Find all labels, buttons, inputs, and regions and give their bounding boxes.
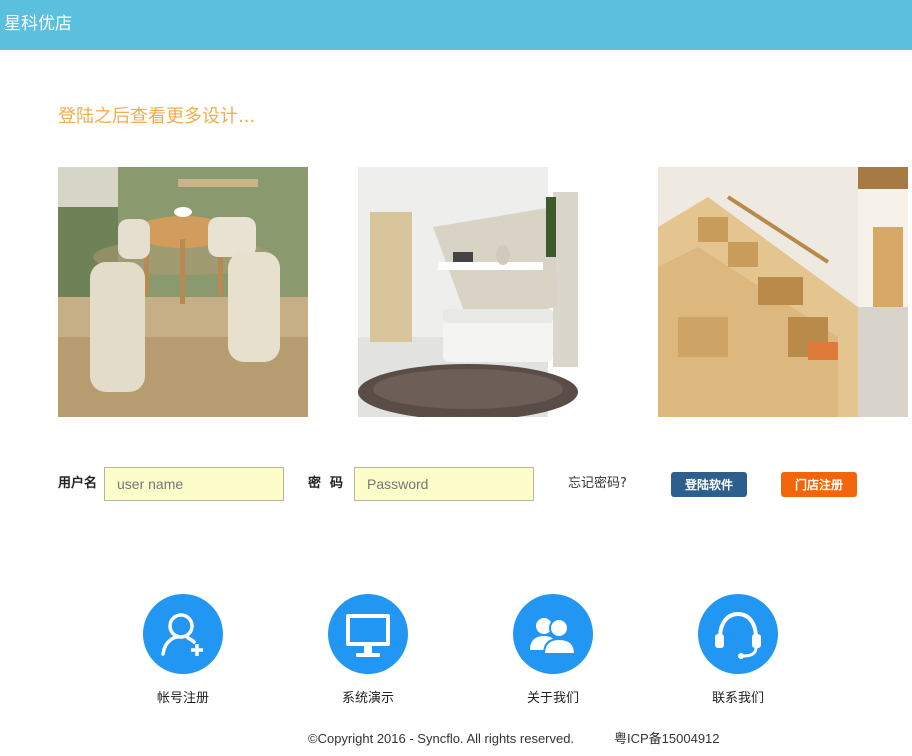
storage-staircase-photo [658,167,908,417]
feature-system-demo[interactable]: 系统演示 [318,594,418,714]
icp-license-text: 粤ICP备15004912 [614,731,720,746]
password-input[interactable] [354,467,534,501]
username-input[interactable] [104,467,284,501]
dining-set-photo [58,167,308,417]
login-button[interactable]: 登陆软件 [671,472,747,497]
username-label: 用户名 [58,476,98,491]
feature-label[interactable]: 联系我们 [688,690,788,708]
headset-icon[interactable] [698,594,778,674]
copyright-text: ©Copyright 2016 - Syncflo. All rights re… [308,731,575,746]
store-register-button[interactable]: 门店注册 [781,472,857,497]
feature-label[interactable]: 关于我们 [503,690,603,708]
wall-bed-sofa-photo [358,167,608,417]
add-user-icon[interactable] [143,594,223,674]
feature-label[interactable]: 系统演示 [318,690,418,708]
users-icon[interactable] [513,594,593,674]
feature-account-register[interactable]: 帐号注册 [133,594,233,714]
forgot-password-link[interactable]: 忘记密码? [568,475,627,493]
monitor-icon[interactable] [328,594,408,674]
feature-contact-us[interactable]: 联系我们 [688,594,788,714]
top-bar: 星科优店 [0,0,912,50]
login-prompt-tagline: 登陆之后查看更多设计... [58,106,256,127]
feature-about-us[interactable]: 关于我们 [503,594,603,714]
brand-title[interactable]: 星科优店 [4,13,72,35]
password-label: 密 码 [308,476,344,491]
feature-label[interactable]: 帐号注册 [133,690,233,708]
